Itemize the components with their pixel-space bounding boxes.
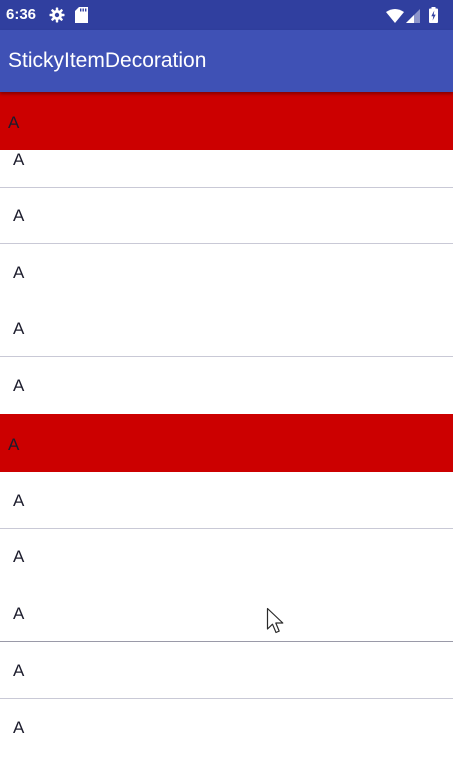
list-item[interactable]: A xyxy=(0,700,453,756)
list-item-label: A xyxy=(13,263,25,282)
list-item-label: A xyxy=(13,376,25,395)
app-bar: StickyItemDecoration xyxy=(0,30,453,92)
sticky-header: A xyxy=(0,92,453,150)
list-item[interactable]: A xyxy=(0,245,453,301)
signal-icon xyxy=(406,8,420,27)
battery-icon xyxy=(429,7,438,27)
app-title: StickyItemDecoration xyxy=(8,49,207,72)
list-item[interactable]: A xyxy=(0,643,453,699)
list-item[interactable]: A xyxy=(0,188,453,244)
section-header-label: A xyxy=(8,435,20,454)
list-item[interactable]: A xyxy=(0,529,453,585)
sticky-list[interactable]: A A A A A A A A A A A A xyxy=(0,92,453,762)
sticky-header-label: A xyxy=(8,113,20,132)
list-item-label: A xyxy=(13,206,25,225)
list-item-label: A xyxy=(13,661,25,680)
list-item-label: A xyxy=(13,491,25,510)
sd-card-icon xyxy=(75,7,88,27)
list-item-label: A xyxy=(13,319,25,338)
arrow-cursor-icon xyxy=(266,607,286,641)
status-bar: 6:36 xyxy=(0,0,453,30)
wifi-icon xyxy=(386,8,404,27)
list-item-label: A xyxy=(13,718,25,737)
list-item[interactable]: A xyxy=(0,301,453,357)
gear-icon xyxy=(49,7,65,27)
list-item-label: A xyxy=(13,150,25,169)
list-item[interactable]: A xyxy=(0,358,453,414)
list-item[interactable]: A xyxy=(0,586,453,642)
list-item[interactable]: A xyxy=(0,473,453,529)
status-time: 6:36 xyxy=(6,6,37,23)
list-item-label: A xyxy=(13,604,25,623)
screen: 6:36 StickyItemDecoration A A A A A A A … xyxy=(0,0,453,762)
section-header: A xyxy=(0,414,453,472)
list-item-label: A xyxy=(13,547,25,566)
